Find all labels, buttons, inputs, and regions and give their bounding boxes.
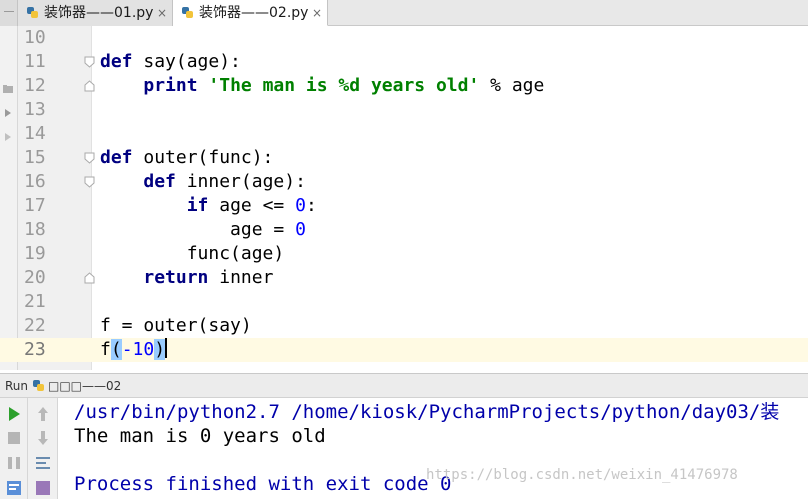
code-line: 16 def inner(age): — [0, 170, 808, 194]
run-panel: /usr/bin/python2.7 /home/kiosk/PycharmPr… — [0, 398, 808, 499]
text-caret — [165, 338, 168, 358]
line-number: 15 — [24, 147, 46, 168]
code-text: f(-10) — [100, 338, 168, 360]
code-line: 15 def outer(func): — [0, 146, 808, 170]
line-number: 22 — [24, 315, 46, 336]
code-line: 19 func(age) — [0, 242, 808, 266]
code-line: 21 — [0, 290, 808, 314]
matched-brace: ) — [154, 339, 166, 360]
tab-label: 装饰器——01.py — [44, 5, 154, 21]
code-text: func(age) — [100, 243, 285, 264]
line-number: 13 — [24, 99, 46, 120]
rerun-play-icon[interactable] — [4, 404, 24, 424]
fold-marker-icon[interactable] — [84, 176, 95, 188]
close-tab-icon[interactable]: × — [312, 0, 322, 26]
console-toolbar — [28, 398, 58, 499]
code-text: if age <= 0: — [186, 195, 317, 216]
python-file-icon — [182, 7, 193, 18]
console-output-icon[interactable] — [4, 478, 24, 498]
code-text: return inner — [143, 267, 274, 288]
line-number: 18 — [24, 219, 46, 240]
soft-wrap-icon[interactable] — [33, 453, 53, 473]
editor-tab-bar: 装饰器——01.py × 装饰器——02.py × — [0, 0, 808, 26]
scroll-down-icon[interactable] — [33, 428, 53, 448]
close-tab-icon[interactable]: × — [157, 0, 167, 26]
code-text: def say(age): — [100, 51, 241, 72]
fold-marker-icon[interactable] — [84, 56, 95, 68]
code-text: print 'The man is %d years old' % age — [143, 75, 545, 96]
line-number: 20 — [24, 267, 46, 288]
run-configuration-name[interactable]: □□□——02 — [48, 374, 121, 398]
line-number: 19 — [24, 243, 46, 264]
code-text: def inner(age): — [143, 171, 306, 192]
code-line: 13 — [0, 98, 808, 122]
console-output[interactable]: /usr/bin/python2.7 /home/kiosk/PycharmPr… — [74, 398, 808, 499]
line-number: 23 — [24, 339, 46, 360]
run-tool-window-title[interactable]: Run — [5, 374, 28, 398]
line-number: 14 — [24, 123, 46, 144]
console-program-output: The man is 0 years old — [74, 425, 326, 447]
code-line: 10 — [0, 26, 808, 50]
scroll-up-icon[interactable] — [33, 404, 53, 424]
tab-label: 装饰器——02.py — [199, 5, 309, 21]
fold-marker-icon[interactable] — [84, 152, 95, 164]
code-text: age = 0 — [100, 219, 306, 240]
matched-brace: ( — [110, 339, 122, 360]
python-file-icon — [33, 380, 44, 391]
tab-scroll-left[interactable] — [0, 0, 18, 26]
line-number: 16 — [24, 171, 46, 192]
line-number: 21 — [24, 291, 46, 312]
line-number: 12 — [24, 75, 46, 96]
fold-end-marker-icon[interactable] — [84, 272, 95, 284]
pause-icon[interactable] — [4, 453, 24, 473]
line-number: 11 — [24, 51, 46, 72]
code-line: 11 def say(age): — [0, 50, 808, 74]
fold-end-marker-icon[interactable] — [84, 80, 95, 92]
code-line: 18 age = 0 — [0, 218, 808, 242]
tab-decorator-01[interactable]: 装饰器——01.py × — [18, 0, 173, 26]
code-line: 14 — [0, 122, 808, 146]
tab-decorator-02[interactable]: 装饰器——02.py × — [173, 0, 328, 26]
line-number: 17 — [24, 195, 46, 216]
code-editor[interactable]: 10 11 def say(age): 12 print 'The man is… — [0, 26, 808, 370]
code-line: 22 f = outer(say) — [0, 314, 808, 338]
code-line: 20 return inner — [0, 266, 808, 290]
run-tool-window-header: Run □□□——02 — [0, 373, 808, 398]
console-command-line: /usr/bin/python2.7 /home/kiosk/PycharmPr… — [74, 401, 780, 423]
tab-scroll-left-icon — [4, 11, 14, 12]
run-toolbar — [0, 398, 28, 499]
python-file-icon — [27, 7, 38, 18]
current-code-line: 23 f(-10) — [0, 338, 808, 362]
code-text: def outer(func): — [100, 147, 274, 168]
print-icon[interactable] — [33, 478, 53, 498]
code-line: 17 if age <= 0: — [0, 194, 808, 218]
code-text: f = outer(say) — [100, 315, 252, 336]
line-number: 10 — [24, 27, 46, 48]
stop-icon[interactable] — [4, 428, 24, 448]
watermark-text: https://blog.csdn.net/weixin_41476978 — [426, 467, 738, 483]
console-exit-message: Process finished with exit code 0 — [74, 473, 452, 495]
code-line: 12 print 'The man is %d years old' % age — [0, 74, 808, 98]
